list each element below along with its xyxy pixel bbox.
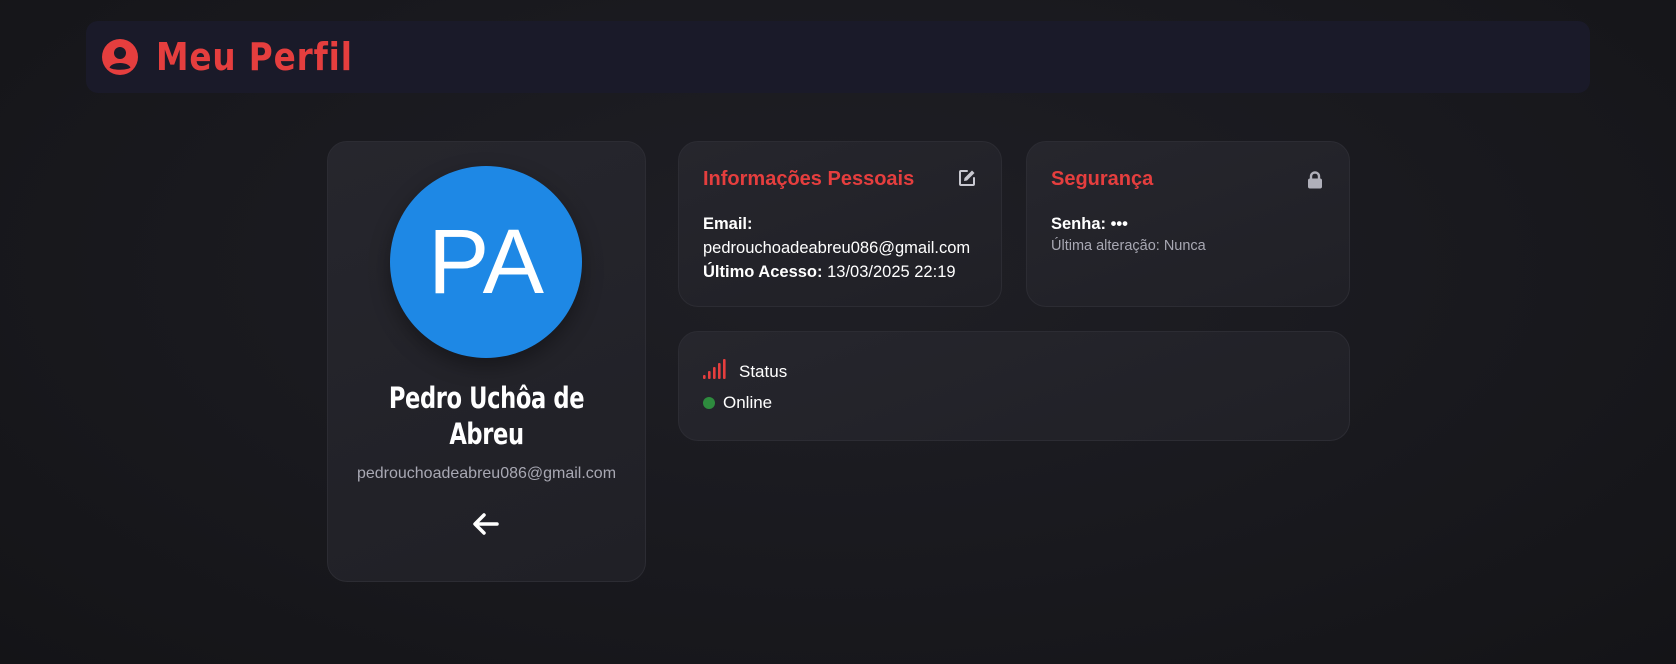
lock-icon bbox=[1305, 170, 1325, 190]
status-card: Status Online bbox=[678, 331, 1350, 441]
security-title: Segurança bbox=[1051, 168, 1154, 190]
status-value: Online bbox=[723, 393, 773, 412]
personal-info-title: Informações Pessoais bbox=[703, 168, 915, 190]
status-title: Status bbox=[739, 361, 788, 381]
email-label: Email: bbox=[703, 215, 753, 233]
back-button[interactable] bbox=[465, 505, 507, 547]
security-card: Segurança Senha: ••• Última alteração: N… bbox=[1026, 141, 1350, 307]
edit-icon bbox=[958, 169, 976, 191]
page-title: Meu Perfil bbox=[156, 35, 353, 79]
password-label: Senha: bbox=[1051, 215, 1107, 233]
personal-info-details: Email: pedrouchoadeabreu086@gmail.com Úl… bbox=[703, 212, 970, 284]
edit-button[interactable] bbox=[957, 170, 977, 190]
personal-info-card: Informações Pessoais Email: pedrouchoade… bbox=[678, 141, 1002, 307]
password-value: ••• bbox=[1110, 215, 1128, 233]
password-last-change: Última alteração: Nunca bbox=[1051, 238, 1206, 254]
profile-name-text: Pedro Uchôa de Abreu bbox=[388, 381, 585, 451]
email-value: pedrouchoadeabreu086@gmail.com bbox=[703, 239, 971, 257]
status-row: Online bbox=[703, 393, 772, 413]
profile-name: Pedro Uchôa de Abreu bbox=[348, 380, 625, 452]
user-circle-icon bbox=[101, 38, 139, 76]
avatar: PA bbox=[390, 166, 582, 358]
signal-bars-icon bbox=[703, 359, 727, 384]
page-header: Meu Perfil bbox=[86, 21, 1590, 93]
security-details: Senha: ••• Última alteração: Nunca bbox=[1051, 212, 1206, 256]
last-access-value: 13/03/2025 22:19 bbox=[827, 263, 956, 281]
profile-card: PA Pedro Uchôa de Abreu pedrouchoadeabre… bbox=[327, 141, 646, 582]
profile-email: pedrouchoadeabreu086@gmail.com bbox=[356, 465, 617, 482]
last-access-label: Último Acesso: bbox=[703, 263, 823, 281]
arrow-left-icon bbox=[473, 513, 499, 539]
online-indicator bbox=[703, 397, 715, 409]
status-header: Status bbox=[703, 359, 787, 384]
